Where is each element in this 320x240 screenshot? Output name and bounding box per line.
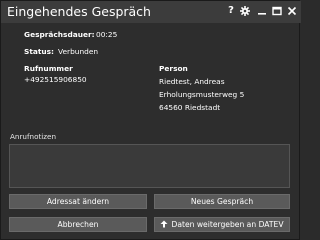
notes-label: Anrufnotizen: [10, 132, 57, 141]
cancel-button[interactable]: Abbrechen: [9, 217, 147, 232]
close-icon[interactable]: [285, 4, 299, 18]
window-title: Eingehendes Gespräch: [7, 4, 151, 19]
pass-to-datev-button[interactable]: Daten weitergeben an DATEV: [154, 217, 290, 232]
call-notes-field[interactable]: [9, 144, 290, 188]
title-bar[interactable]: Eingehendes Gespräch ?: [1, 1, 301, 23]
person-street: Erholungsmusterweg 5: [159, 90, 245, 99]
new-call-button[interactable]: Neues Gespräch: [154, 194, 290, 209]
status-value: Verbunden: [58, 47, 99, 56]
settings-icon[interactable]: [238, 4, 252, 18]
person-name: Riedtest, Andreas: [159, 77, 225, 86]
duration-label: Gesprächsdauer:: [24, 30, 95, 39]
person-label: Person: [159, 64, 188, 73]
status-label: Status:: [24, 47, 54, 56]
duration-value: 00:25: [96, 30, 118, 39]
phone-number-value: +492515906850: [24, 75, 87, 84]
pass-to-datev-label: Daten weitergeben an DATEV: [171, 220, 284, 229]
change-addressee-button[interactable]: Adressat ändern: [9, 194, 147, 209]
person-city: 64560 Riedstadt: [159, 103, 221, 112]
help-icon[interactable]: ?: [224, 4, 238, 18]
phone-number-label: Rufnummer: [24, 64, 73, 73]
minimize-icon[interactable]: [255, 4, 269, 18]
maximize-icon[interactable]: [270, 4, 284, 18]
upload-arrow-icon: [160, 219, 168, 232]
incoming-call-window: Eingehendes Gespräch ? Gesprächsdauer: 0…: [0, 0, 301, 240]
